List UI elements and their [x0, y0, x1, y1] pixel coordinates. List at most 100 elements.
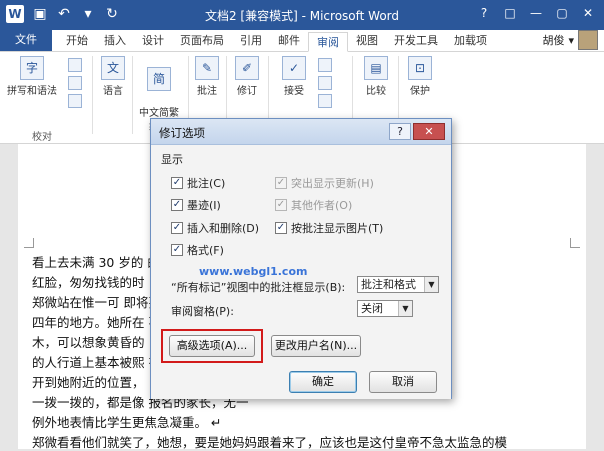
spelling-icon: 字: [20, 56, 44, 80]
checkbox-label: 批注(C): [187, 177, 226, 190]
checkbox-icon: ✓: [171, 177, 183, 189]
tab-mailings[interactable]: 邮件: [270, 31, 308, 51]
proofing-group-label: 校对: [32, 132, 52, 143]
checkbox-formatting[interactable]: ✓ 格式(F): [171, 242, 224, 258]
watermark-text: www.webgl1.com: [199, 265, 308, 278]
accept-label: 接受: [284, 86, 304, 97]
checkbox-icon: ✓: [275, 222, 287, 234]
group-separator: [92, 56, 93, 134]
checkbox-highlight-updates: ✓ 突出显示更新(H): [275, 175, 374, 191]
language-button[interactable]: 文 语言: [98, 56, 128, 97]
minimize-button[interactable]: —: [524, 3, 548, 23]
document-line: 例外地表情比学生更焦急凝重。 ↵: [32, 415, 222, 430]
title-bar: W ▣ ↶ ▾ ↻ 文档2 [兼容模式] - Microsoft Word ? …: [0, 0, 604, 30]
compare-button[interactable]: ▤ 比较: [360, 56, 392, 97]
tab-file[interactable]: 文件: [0, 29, 52, 51]
checkbox-label: 其他作者(O): [291, 199, 353, 212]
chevron-down-icon: ▼: [398, 301, 412, 316]
dialog-title-bar[interactable]: 修订选项 ? ✕: [151, 119, 451, 145]
compare-icon: ▤: [364, 56, 388, 80]
word-count-icon[interactable]: [68, 94, 82, 108]
ok-button[interactable]: 确定: [289, 371, 357, 393]
dialog-title: 修订选项: [159, 126, 205, 140]
tab-home[interactable]: 开始: [58, 31, 96, 51]
next-change-icon[interactable]: [318, 94, 332, 108]
close-window-button[interactable]: ✕: [576, 3, 600, 23]
tab-developer[interactable]: 开发工具: [386, 31, 446, 51]
tab-view[interactable]: 视图: [348, 31, 386, 51]
advanced-options-button[interactable]: 高级选项(A)...: [169, 335, 255, 357]
checkbox-comments[interactable]: ✓ 批注(C): [171, 175, 225, 191]
document-line: 郑微看看他们就笑了，她想，要是她妈妈跟着来了，应该也是这付皇帝不急太监急的模: [32, 435, 508, 450]
checkbox-icon: ✓: [275, 199, 287, 211]
help-button[interactable]: ?: [472, 3, 496, 23]
maximize-button[interactable]: ▢: [550, 3, 574, 23]
compare-label: 比较: [366, 86, 386, 97]
tab-design[interactable]: 设计: [134, 31, 172, 51]
spelling-grammar-label: 拼写和语法: [7, 86, 57, 97]
research-icon[interactable]: [68, 58, 82, 72]
new-comment-icon: ✎: [195, 56, 219, 80]
language-icon: 文: [101, 56, 125, 80]
checkbox-ink[interactable]: ✓ 墨迹(I): [171, 197, 221, 213]
reviewing-pane-select-value: 关闭: [361, 302, 383, 315]
reject-icon[interactable]: [318, 58, 332, 72]
comment-label: 批注: [197, 86, 217, 97]
ribbon-tabs: 文件 开始 插入 设计 页面布局 引用 邮件 审阅 视图 开发工具 加载项 胡俊…: [0, 29, 604, 52]
chevron-down-icon: ▾: [568, 33, 574, 47]
reviewing-pane-label: 审阅窗格(P):: [171, 305, 234, 318]
comment-button[interactable]: ✎ 批注: [192, 56, 222, 97]
accept-icon: ✓: [282, 56, 306, 80]
track-changes-icon: ✐: [235, 56, 259, 80]
document-line: 红脸，匆匆找钱的时: [32, 275, 145, 290]
checkbox-label: 格式(F): [187, 244, 224, 257]
protect-label: 保护: [410, 86, 430, 97]
display-section-label: 显示: [161, 153, 183, 166]
checkbox-icon: ✓: [171, 244, 183, 256]
dialog-close-button[interactable]: ✕: [413, 123, 445, 140]
tab-insert[interactable]: 插入: [96, 31, 134, 51]
checkbox-other-authors: ✓ 其他作者(O): [275, 197, 352, 213]
dialog-help-button[interactable]: ?: [389, 123, 411, 140]
dialog-body: 显示 ✓ 批注(C) ✓ 突出显示更新(H) ✓ 墨迹(I) ✓ 其他作者(O)…: [151, 145, 451, 399]
checkbox-label: 按批注显示图片(T): [291, 222, 384, 235]
change-username-button[interactable]: 更改用户名(N)...: [271, 335, 361, 357]
user-account[interactable]: 胡俊 ▾: [542, 29, 604, 51]
tab-addins[interactable]: 加载项: [446, 31, 495, 51]
language-label: 语言: [103, 86, 123, 97]
tab-references[interactable]: 引用: [232, 31, 270, 51]
ribbon-display-button[interactable]: □: [498, 3, 522, 23]
track-changes-options-dialog: 修订选项 ? ✕ 显示 ✓ 批注(C) ✓ 突出显示更新(H) ✓ 墨迹(I) …: [150, 118, 452, 399]
balloons-select[interactable]: 批注和格式 ▼: [357, 276, 439, 293]
chevron-down-icon: ▼: [424, 277, 438, 292]
reviewing-pane-select[interactable]: 关闭 ▼: [357, 300, 413, 317]
tab-layout[interactable]: 页面布局: [172, 31, 232, 51]
checkbox-icon: ✓: [275, 177, 287, 189]
accept-button[interactable]: ✓ 接受: [278, 56, 310, 97]
protect-icon: ⊡: [408, 56, 432, 80]
margin-marker: [570, 238, 580, 248]
window-controls: ? □ — ▢ ✕: [472, 3, 600, 23]
checkbox-icon: ✓: [171, 222, 183, 234]
track-changes-label: 修订: [237, 86, 257, 97]
conversion-icon: 简: [147, 67, 171, 91]
checkbox-label: 墨迹(I): [187, 199, 221, 212]
margin-marker: [24, 238, 34, 248]
user-name: 胡俊: [542, 34, 565, 47]
balloons-label: “所有标记”视图中的批注框显示(B):: [171, 281, 346, 294]
previous-change-icon[interactable]: [318, 76, 332, 90]
balloons-select-value: 批注和格式: [361, 278, 416, 291]
spelling-grammar-button[interactable]: 字 拼写和语法: [4, 56, 60, 97]
checkbox-insertions-deletions[interactable]: ✓ 插入和删除(D): [171, 220, 259, 236]
group-separator: [132, 56, 133, 134]
thesaurus-icon[interactable]: [68, 76, 82, 90]
checkbox-pictures-by-comments[interactable]: ✓ 按批注显示图片(T): [275, 220, 383, 236]
cancel-button[interactable]: 取消: [369, 371, 437, 393]
track-changes-button[interactable]: ✐ 修订: [232, 56, 262, 97]
checkbox-label: 突出显示更新(H): [291, 177, 374, 190]
tab-review[interactable]: 审阅: [308, 32, 348, 52]
checkbox-icon: ✓: [171, 199, 183, 211]
checkbox-label: 插入和删除(D): [187, 222, 260, 235]
protect-button[interactable]: ⊡ 保护: [404, 56, 436, 97]
avatar: [578, 30, 598, 50]
